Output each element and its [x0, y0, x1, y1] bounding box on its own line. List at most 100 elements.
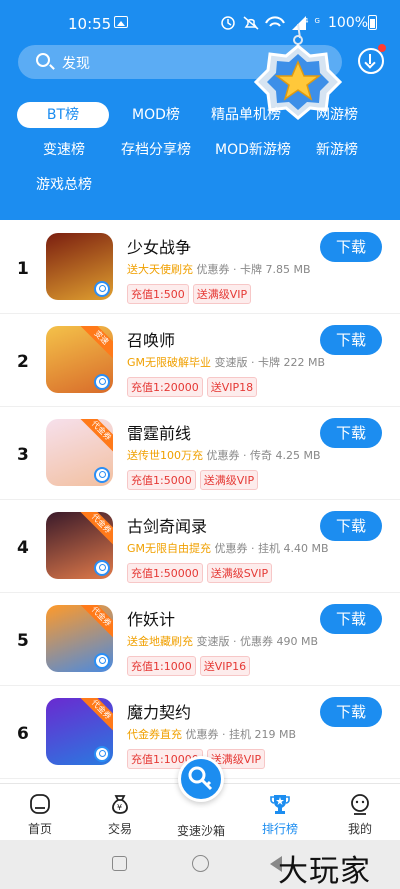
app-chips: 充值1:5000 送满级VIP — [127, 469, 262, 490]
download-button[interactable]: 下载 — [320, 232, 382, 262]
trophy-icon — [270, 795, 290, 814]
icon-corner-tag: 代金券 — [79, 698, 113, 732]
tab-new[interactable]: 新游榜 — [316, 137, 358, 163]
tab-online[interactable]: 网游榜 — [316, 102, 358, 128]
icon-corner-tag: 代金券 — [79, 605, 113, 639]
benefit-chip: 充值1:50000 — [127, 563, 203, 583]
rank-number: 4 — [17, 538, 29, 558]
app-meta: 送传世100万充 优惠券 · 传奇 4.25 MB — [127, 447, 321, 463]
svg-text:¥: ¥ — [117, 803, 122, 812]
app-meta: 送大天使刷充 优惠券 · 卡牌 7.85 MB — [127, 261, 311, 277]
nav-home-label: 首页 — [27, 822, 52, 836]
app-meta: 代金券直充 优惠券 · 挂机 219 MB — [127, 726, 296, 742]
download-button[interactable]: 下载 — [320, 418, 382, 448]
tab-mod-new[interactable]: MOD新游榜 — [210, 137, 296, 163]
home-button-icon[interactable] — [192, 855, 209, 872]
search-icon — [36, 53, 50, 67]
recents-icon[interactable] — [112, 856, 127, 871]
app-icon[interactable]: 变速 — [46, 326, 113, 393]
speed-badge-icon — [94, 560, 110, 576]
benefit-chip: 充值1:20000 — [127, 377, 203, 397]
home-icon — [30, 794, 50, 814]
benefit-chip: 充值1:500 — [127, 284, 189, 304]
rank-number: 6 — [17, 724, 29, 744]
rank-number: 2 — [17, 352, 29, 372]
app-details: 优惠券 · 传奇 4.25 MB — [203, 449, 321, 462]
app-name[interactable]: 作妖计 — [127, 606, 175, 630]
profile-icon — [351, 794, 369, 815]
key-icon — [188, 766, 213, 791]
app-icon[interactable]: 代金券 — [46, 605, 113, 672]
nav-me-label: 我的 — [347, 822, 372, 836]
battery-icon — [368, 15, 377, 30]
nav-me[interactable]: 我的 — [328, 792, 392, 837]
list-item[interactable]: 2 变速 召唤师 GM无限破解毕业 变速版 · 卡牌 222 MB 充值1:20… — [0, 314, 400, 407]
app-details: 变速版 · 优惠券 490 MB — [193, 635, 319, 648]
rank-number: 3 — [17, 445, 29, 465]
nav-trade-label: 交易 — [107, 822, 132, 836]
tab-save-share[interactable]: 存档分享榜 — [121, 137, 191, 163]
money-bag-icon: ¥ — [112, 795, 128, 814]
benefit-chip: 送VIP18 — [206, 377, 258, 397]
app-icon[interactable] — [46, 233, 113, 300]
status-time: 10:55 — [68, 15, 112, 33]
app-promo: 送金地藏刷充 — [127, 635, 193, 648]
app-name[interactable]: 召唤师 — [127, 327, 175, 351]
header: 10:55 4G 100% 发现 BT榜 MOD榜 精品单机榜 网游榜 变速榜 … — [0, 0, 400, 220]
watermark: 大玩家 — [278, 854, 371, 889]
icon-corner-tag: 代金券 — [79, 419, 113, 453]
app-promo: GM无限自由提充 — [127, 542, 212, 555]
app-meta: GM无限破解毕业 变速版 · 卡牌 222 MB — [127, 354, 325, 370]
list-item[interactable]: 5 代金券 作妖计 送金地藏刷充 变速版 · 优惠券 490 MB 充值1:10… — [0, 593, 400, 686]
speed-badge-icon — [94, 374, 110, 390]
list-item[interactable]: 1 少女战争 送大天使刷充 优惠券 · 卡牌 7.85 MB 充值1:500 送满… — [0, 221, 400, 314]
app-chips: 充值1:1000 送VIP16 — [127, 655, 254, 676]
nav-ranking[interactable]: 排行榜 — [248, 792, 312, 837]
speed-badge-icon — [94, 467, 110, 483]
benefit-chip: 送VIP16 — [199, 656, 251, 676]
icon-corner-tag: 变速 — [79, 326, 113, 360]
app-name[interactable]: 少女战争 — [127, 234, 191, 258]
nav-trade[interactable]: ¥ 交易 — [88, 792, 152, 837]
image-notification-icon — [114, 16, 128, 28]
benefit-chip: 送满级VIP — [199, 470, 259, 490]
app-chips: 充值1:50000 送满级SVIP — [127, 562, 276, 583]
download-button[interactable]: 下载 — [320, 697, 382, 727]
list-item[interactable]: 3 代金券 雷霆前线 送传世100万充 优惠券 · 传奇 4.25 MB 充值1… — [0, 407, 400, 500]
benefit-chip: 送满级VIP — [192, 284, 252, 304]
nav-home[interactable]: 首页 — [8, 792, 72, 837]
app-name[interactable]: 魔力契约 — [127, 699, 191, 723]
app-promo: 送大天使刷充 — [127, 263, 193, 276]
tab-speed[interactable]: 变速榜 — [43, 137, 85, 163]
rank-number: 5 — [17, 631, 29, 651]
tab-premium-single[interactable]: 精品单机榜 — [211, 102, 281, 128]
bottom-nav: 首页 ¥ 交易 变速沙箱 排行榜 我的 — [0, 756, 400, 840]
app-icon[interactable]: 代金券 — [46, 512, 113, 579]
search-placeholder: 发现 — [62, 56, 90, 72]
nav-ranking-label: 排行榜 — [261, 822, 298, 836]
app-name[interactable]: 雷霆前线 — [127, 420, 191, 444]
app-details: 优惠券 · 挂机 4.40 MB — [211, 542, 329, 555]
benefit-chip: 送满级SVIP — [206, 563, 273, 583]
tab-mod[interactable]: MOD榜 — [132, 102, 180, 128]
speed-badge-icon — [94, 746, 110, 762]
app-meta: GM无限自由提充 优惠券 · 挂机 4.40 MB — [127, 540, 329, 556]
app-meta: 送金地藏刷充 变速版 · 优惠券 490 MB — [127, 633, 318, 649]
app-name[interactable]: 古剑奇闻录 — [127, 513, 207, 537]
benefit-chip: 充值1:5000 — [127, 470, 196, 490]
app-icon[interactable]: 代金券 — [46, 419, 113, 486]
speed-badge-icon — [94, 653, 110, 669]
nav-sandbox-label: 变速沙箱 — [176, 824, 225, 838]
app-icon[interactable]: 代金券 — [46, 698, 113, 765]
tab-overall[interactable]: 游戏总榜 — [36, 172, 92, 198]
rank-number: 1 — [17, 259, 29, 279]
speed-sandbox-button[interactable] — [178, 756, 224, 802]
download-button[interactable]: 下载 — [320, 325, 382, 355]
download-button[interactable]: 下载 — [320, 511, 382, 541]
app-details: 优惠券 · 挂机 219 MB — [182, 728, 297, 741]
app-promo: GM无限破解毕业 — [127, 356, 212, 369]
speed-badge-icon — [94, 281, 110, 297]
tab-bt[interactable]: BT榜 — [17, 102, 109, 128]
list-item[interactable]: 4 代金券 古剑奇闻录 GM无限自由提充 优惠券 · 挂机 4.40 MB 充值… — [0, 500, 400, 593]
download-button[interactable]: 下载 — [320, 604, 382, 634]
